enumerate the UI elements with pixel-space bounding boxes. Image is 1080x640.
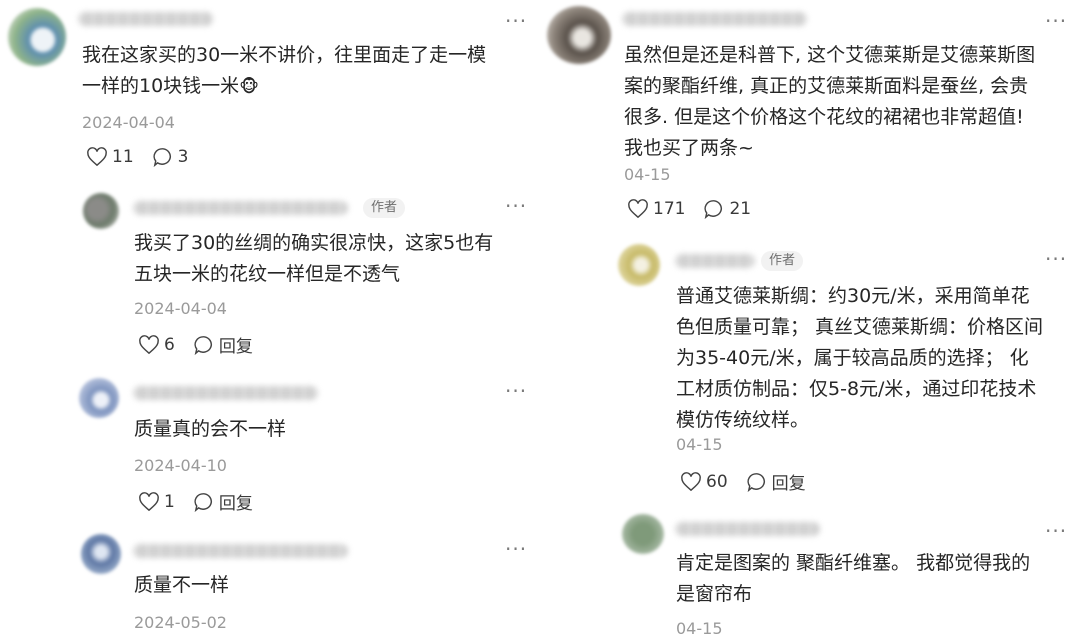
- comment-text-line: 虽然但是还是科普下, 这个艾德莱斯是艾德莱斯图: [624, 44, 1036, 66]
- reply-label: 回复: [218, 337, 253, 357]
- like-button[interactable]: 1: [138, 492, 175, 512]
- username-blurred[interactable]: [675, 254, 755, 268]
- reply-text: 普通艾德莱斯绸：约30元/米，采用简单花 色但质量可靠； 真丝艾德莱斯绸：价格区…: [676, 281, 1071, 436]
- reply-text-line: 肯定是图案的 聚酯纤维塞。 我都觉得我的: [676, 552, 1031, 574]
- avatar[interactable]: [622, 514, 664, 554]
- like-count: 11: [112, 147, 134, 167]
- more-options-icon[interactable]: ···: [1045, 249, 1067, 269]
- reply-item: ··· 质量不一样 2024-05-02: [0, 528, 540, 640]
- reply-button[interactable]: 回复: [746, 469, 806, 494]
- reply-actions: 6 回复: [138, 332, 271, 357]
- reply-text-line: 是窗帘布: [676, 583, 753, 605]
- heart-icon: [681, 471, 701, 491]
- more-options-icon[interactable]: ···: [1045, 521, 1067, 541]
- author-badge: 作者: [363, 198, 406, 218]
- comment-bubble-icon: [153, 148, 171, 167]
- more-options-icon[interactable]: ···: [505, 196, 527, 216]
- monkey-emoji-icon: 🐵: [239, 77, 259, 97]
- avatar[interactable]: [618, 244, 660, 286]
- comment-date: 2024-04-04: [82, 113, 175, 132]
- comment-bubble-icon: [704, 200, 723, 219]
- comment-text-line: 我也买了两条~: [624, 137, 754, 159]
- reply-date: 2024-04-04: [134, 299, 227, 318]
- author-badge: 作者: [761, 251, 804, 271]
- more-options-icon[interactable]: ···: [505, 11, 527, 31]
- reply-text-line: 模仿传统纹样。: [676, 409, 810, 431]
- reply-actions: 60 回复: [680, 469, 824, 494]
- reply-label: 回复: [218, 494, 253, 514]
- reply-button[interactable]: 21: [703, 199, 751, 219]
- avatar[interactable]: [81, 534, 121, 574]
- reply-text-line: 普通艾德莱斯绸：约30元/米，采用简单花: [676, 285, 1030, 307]
- comment-text-fragment: 一样的10块钱一米: [82, 75, 240, 97]
- comment-text: 我在这家买的30一米不讲价，往里面走了走一模 一样的10块钱一米🐵: [82, 40, 527, 103]
- reply-button[interactable]: 回复: [193, 332, 253, 357]
- comment-bubble-icon: [747, 472, 765, 492]
- like-count: 6: [164, 334, 175, 355]
- like-button[interactable]: 11: [86, 147, 134, 167]
- comment-text-line: 我在这家买的30一米不讲价，往里面走了走一模: [82, 44, 487, 66]
- reply-text: 质量不一样: [134, 574, 230, 596]
- reply-button[interactable]: 3: [152, 147, 189, 167]
- like-count: 60: [706, 471, 728, 492]
- reply-text-line: 工材质仿制品：仅5-8元/米，通过印花技术: [676, 378, 1037, 400]
- reply-button[interactable]: 回复: [193, 489, 253, 514]
- avatar[interactable]: [79, 378, 119, 418]
- username-blurred[interactable]: [622, 12, 807, 26]
- reply-date: 2024-05-02: [134, 613, 227, 632]
- comment-actions: 11 3: [86, 147, 206, 167]
- reply-count: 3: [177, 147, 189, 167]
- comment-text-line: 一样的10块钱一米🐵: [82, 71, 527, 103]
- reply-item: ··· 质量真的会不一样 2024-04-10 1 回复: [0, 370, 540, 525]
- more-options-icon[interactable]: ···: [505, 381, 527, 401]
- reply-item: 作者 ··· 我买了30的丝绸的确实很凉快，这家5也有 五块一米的花纹一样但是不…: [0, 185, 540, 365]
- comment-date: 04-15: [624, 165, 671, 184]
- reply-date: 04-15: [676, 619, 723, 638]
- username-blurred[interactable]: [133, 544, 348, 558]
- username-blurred[interactable]: [133, 201, 348, 215]
- comment-text-line: 案的聚酯纤维, 真正的艾德莱斯面料是蚕丝, 会贵: [624, 75, 1029, 97]
- comment-top-right: ··· 虽然但是还是科普下, 这个艾德莱斯是艾德莱斯图 案的聚酯纤维, 真正的艾…: [545, 0, 1080, 235]
- comment-bubble-icon: [194, 335, 212, 355]
- comment-page: ··· 我在这家买的30一米不讲价，往里面走了走一模 一样的10块钱一米🐵 20…: [0, 0, 1080, 640]
- comment-bubble-icon: [194, 492, 212, 512]
- heart-icon: [139, 334, 159, 354]
- reply-label: 回复: [771, 474, 806, 494]
- reply-text-line: 为35-40元/米，属于较高品质的选择； 化: [676, 347, 1029, 369]
- like-button[interactable]: 6: [138, 335, 175, 355]
- comment-text: 虽然但是还是科普下, 这个艾德莱斯是艾德莱斯图 案的聚酯纤维, 真正的艾德莱斯面…: [624, 40, 1069, 164]
- reply-date: 04-15: [676, 435, 723, 454]
- like-count: 171: [653, 199, 686, 219]
- like-button[interactable]: 60: [680, 472, 728, 492]
- reply-date: 2024-04-10: [134, 456, 227, 475]
- username-blurred[interactable]: [133, 386, 318, 400]
- avatar[interactable]: [547, 6, 611, 64]
- username-blurred[interactable]: [78, 12, 213, 26]
- reply-text: 我买了30的丝绸的确实很凉快，这家5也有 五块一米的花纹一样但是不透气: [134, 228, 529, 290]
- more-options-icon[interactable]: ···: [1045, 11, 1067, 31]
- reply-count: 21: [729, 199, 752, 219]
- reply-text-line: 色但质量可靠； 真丝艾德莱斯绸：价格区间: [676, 316, 1044, 338]
- heart-icon: [139, 491, 159, 511]
- reply-item: ··· 肯定是图案的 聚酯纤维塞。 我都觉得我的 是窗帘布 04-15: [545, 508, 1080, 640]
- reply-item: 作者 ··· 普通艾德莱斯绸：约30元/米，采用简单花 色但质量可靠； 真丝艾德…: [545, 238, 1080, 500]
- like-button[interactable]: 171: [627, 199, 685, 219]
- heart-icon: [87, 147, 107, 167]
- reply-actions: 1 回复: [138, 489, 271, 514]
- comment-text-line: 很多. 但是这个价格这个花纹的裙裙也非常超值!: [624, 106, 1024, 128]
- reply-text-line: 五块一米的花纹一样但是不透气: [134, 263, 401, 285]
- like-count: 1: [164, 491, 175, 512]
- avatar[interactable]: [83, 193, 119, 229]
- comment-actions: 171 21: [627, 199, 769, 219]
- reply-text-line: 我买了30的丝绸的确实很凉快，这家5也有: [134, 232, 494, 254]
- heart-icon: [628, 199, 648, 219]
- more-options-icon[interactable]: ···: [505, 539, 527, 559]
- username-blurred[interactable]: [675, 522, 820, 536]
- reply-text: 质量真的会不一样: [134, 418, 287, 440]
- avatar[interactable]: [8, 8, 66, 66]
- reply-text: 肯定是图案的 聚酯纤维塞。 我都觉得我的 是窗帘布: [676, 548, 1071, 610]
- comment-top-left: ··· 我在这家买的30一米不讲价，往里面走了走一模 一样的10块钱一米🐵 20…: [0, 0, 540, 180]
